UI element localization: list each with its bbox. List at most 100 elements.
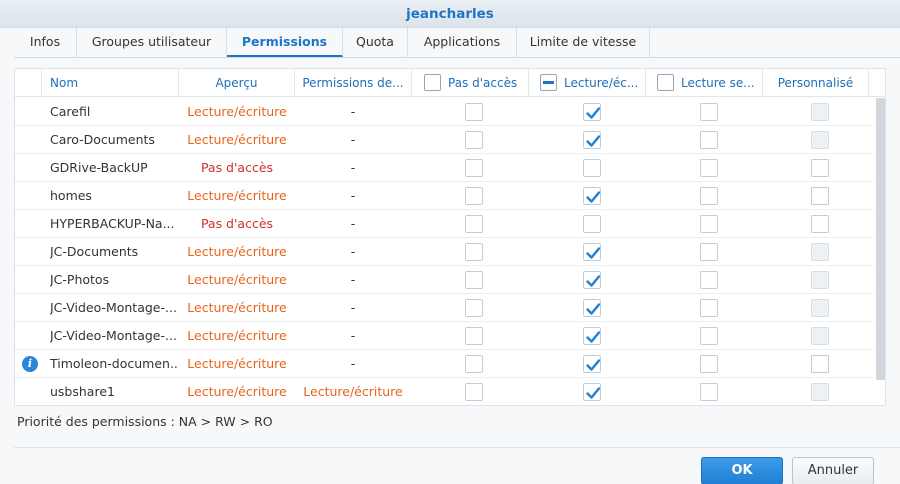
checkbox-read-write[interactable] — [583, 243, 601, 261]
checkbox-read-only[interactable] — [700, 355, 718, 373]
group-permission: - — [350, 272, 356, 287]
checkbox-custom — [811, 131, 829, 149]
share-name: JC-Video-Montage-... — [50, 328, 177, 343]
permission-priority-note: Priorité des permissions : NA > RW > RO — [17, 414, 273, 429]
checkbox-read-only[interactable] — [700, 243, 718, 261]
table-row[interactable]: HYPERBACKUP-Na... Pas d'accès - — [15, 210, 873, 238]
checkbox-no-access[interactable] — [465, 215, 483, 233]
tab-permissions[interactable]: Permissions — [227, 28, 343, 57]
checkbox-custom — [811, 383, 829, 401]
checkbox-custom[interactable] — [811, 187, 829, 205]
checkbox-read-write[interactable] — [583, 327, 601, 345]
share-name: HYPERBACKUP-Na... — [50, 216, 175, 231]
preview-permission: Lecture/écriture — [187, 272, 287, 287]
checkbox-read-only[interactable] — [700, 271, 718, 289]
table-row[interactable]: JC-Photos Lecture/écriture - — [15, 266, 873, 294]
table-row[interactable]: homes Lecture/écriture - — [15, 182, 873, 210]
checkbox-no-access[interactable] — [465, 159, 483, 177]
group-permission: - — [350, 160, 356, 175]
header-checkbox-lecture-seule[interactable] — [657, 74, 674, 91]
table-row[interactable]: JC-Documents Lecture/écriture - — [15, 238, 873, 266]
checkbox-custom[interactable] — [811, 215, 829, 233]
column-header-lecture-ecriture-label: Lecture/éc... — [564, 76, 639, 90]
group-permission: Lecture/écriture — [303, 384, 403, 399]
preview-permission: Pas d'accès — [200, 216, 274, 231]
preview-permission: Lecture/écriture — [187, 328, 287, 343]
checkbox-read-only[interactable] — [700, 159, 718, 177]
checkbox-read-only[interactable] — [700, 383, 718, 401]
tab-quota[interactable]: Quota — [343, 28, 408, 57]
preview-permission: Lecture/écriture — [187, 104, 287, 119]
checkbox-read-write[interactable] — [583, 383, 601, 401]
column-header-personnalise[interactable]: Personnalisé — [763, 69, 869, 97]
checkbox-read-write[interactable] — [583, 187, 601, 205]
preview-permission: Lecture/écriture — [187, 356, 287, 371]
checkbox-no-access[interactable] — [465, 243, 483, 261]
header-checkbox-lecture-ecriture[interactable] — [540, 74, 557, 91]
checkbox-read-only[interactable] — [700, 187, 718, 205]
tab-limite-de-vitesse[interactable]: Limite de vitesse — [517, 28, 650, 57]
checkbox-read-write[interactable] — [583, 355, 601, 373]
tab-applications[interactable]: Applications — [408, 28, 517, 57]
checkbox-custom[interactable] — [811, 159, 829, 177]
share-name: GDRive-BackUP — [50, 160, 148, 175]
info-icon[interactable]: i — [22, 356, 38, 372]
table-row[interactable]: i Timoleon-documen... Lecture/écriture - — [15, 350, 873, 378]
group-permission: - — [350, 104, 356, 119]
share-name: Timoleon-documen... — [50, 356, 178, 371]
checkbox-read-write[interactable] — [583, 299, 601, 317]
preview-permission: Lecture/écriture — [187, 384, 287, 399]
checkbox-read-write[interactable] — [583, 103, 601, 121]
checkbox-no-access[interactable] — [465, 187, 483, 205]
checkbox-read-write[interactable] — [583, 271, 601, 289]
tab-infos[interactable]: Infos — [14, 28, 77, 57]
share-name: JC-Video-Montage-... — [50, 300, 177, 315]
column-header-apercu[interactable]: Aperçu — [179, 69, 295, 97]
table-row[interactable]: usbshare1 Lecture/écriture Lecture/écritur… — [15, 378, 873, 405]
checkbox-no-access[interactable] — [465, 327, 483, 345]
checkbox-read-only[interactable] — [700, 131, 718, 149]
tab-groupes-utilisateur[interactable]: Groupes utilisateur — [77, 28, 227, 57]
checkbox-no-access[interactable] — [465, 383, 483, 401]
table-row[interactable]: Carefil Lecture/écriture - — [15, 98, 873, 126]
checkbox-custom — [811, 103, 829, 121]
checkbox-custom — [811, 327, 829, 345]
group-permission: - — [350, 244, 356, 259]
checkbox-custom[interactable] — [811, 355, 829, 373]
share-name: JC-Photos — [50, 272, 110, 287]
group-permission: - — [350, 356, 356, 371]
checkbox-read-only[interactable] — [700, 103, 718, 121]
group-permission: - — [350, 300, 356, 315]
table-row[interactable]: JC-Video-Montage-... Lecture/écriture - — [15, 294, 873, 322]
group-permission: - — [350, 216, 356, 231]
checkbox-no-access[interactable] — [465, 355, 483, 373]
checkbox-no-access[interactable] — [465, 299, 483, 317]
column-header-pas-acces-label: Pas d'accès — [448, 76, 518, 90]
checkbox-read-write[interactable] — [583, 159, 601, 177]
checkbox-no-access[interactable] — [465, 103, 483, 121]
checkbox-read-only[interactable] — [700, 215, 718, 233]
cancel-button[interactable]: Annuler — [792, 457, 874, 484]
header-checkbox-pas-acces[interactable] — [424, 74, 441, 91]
column-header-nom[interactable]: Nom — [42, 69, 179, 97]
checkbox-read-write[interactable] — [583, 131, 601, 149]
checkbox-no-access[interactable] — [465, 271, 483, 289]
checkbox-read-write[interactable] — [583, 215, 601, 233]
table-row[interactable]: GDRive-BackUP Pas d'accès - — [15, 154, 873, 182]
column-header-permissions-de[interactable]: Permissions de... — [295, 69, 412, 97]
share-name: usbshare1 — [50, 384, 115, 399]
column-header-lecture-seule-label: Lecture se... — [681, 76, 755, 90]
checkbox-no-access[interactable] — [465, 131, 483, 149]
share-name: Carefil — [50, 104, 91, 119]
column-header-lecture-ecriture: Lecture/éc... — [529, 69, 646, 97]
group-permission: - — [350, 132, 356, 147]
preview-permission: Lecture/écriture — [187, 244, 287, 259]
checkbox-read-only[interactable] — [700, 299, 718, 317]
checkbox-read-only[interactable] — [700, 327, 718, 345]
grid-header: Nom Aperçu Permissions de... Pas d'accès… — [15, 69, 885, 97]
grid-scrollbar[interactable] — [876, 98, 885, 380]
table-row[interactable]: Caro-Documents Lecture/écriture - — [15, 126, 873, 154]
ok-button[interactable]: OK — [701, 457, 783, 484]
preview-permission: Lecture/écriture — [187, 300, 287, 315]
table-row[interactable]: JC-Video-Montage-... Lecture/écriture - — [15, 322, 873, 350]
